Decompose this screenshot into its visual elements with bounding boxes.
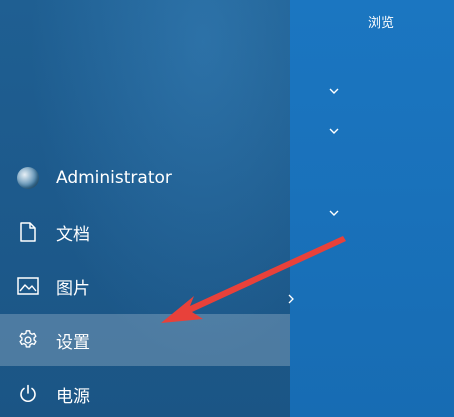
start-menu-screen: Administrator 文档 图片 设置 电源 浏览	[0, 0, 454, 417]
menu-item-pictures-label: 图片	[56, 278, 90, 299]
menu-item-settings-label: 设置	[56, 332, 90, 353]
chevron-down-icon[interactable]	[327, 86, 341, 96]
menu-item-documents-label: 文档	[56, 224, 90, 245]
chevron-down-icon[interactable]	[327, 126, 341, 136]
menu-item-pictures[interactable]: 图片	[0, 260, 290, 312]
menu-item-settings[interactable]: 设置	[0, 314, 290, 366]
menu-item-documents[interactable]: 文档	[0, 206, 290, 258]
browse-label[interactable]: 浏览	[368, 12, 394, 31]
menu-item-power-label: 电源	[56, 386, 90, 407]
avatar	[16, 166, 40, 190]
tiles-pane	[290, 0, 454, 417]
chevron-right-icon[interactable]	[286, 290, 296, 304]
chevron-down-icon[interactable]	[327, 208, 341, 218]
menu-item-power[interactable]: 电源	[0, 368, 290, 417]
user-account-item[interactable]: Administrator	[0, 152, 290, 204]
pictures-icon	[16, 274, 40, 298]
document-icon	[16, 220, 40, 244]
start-menu-left-pane: Administrator 文档 图片 设置 电源	[0, 0, 290, 417]
power-icon	[16, 382, 40, 406]
user-name-label: Administrator	[56, 168, 172, 188]
gear-icon	[16, 328, 40, 352]
user-avatar-icon	[17, 167, 39, 189]
